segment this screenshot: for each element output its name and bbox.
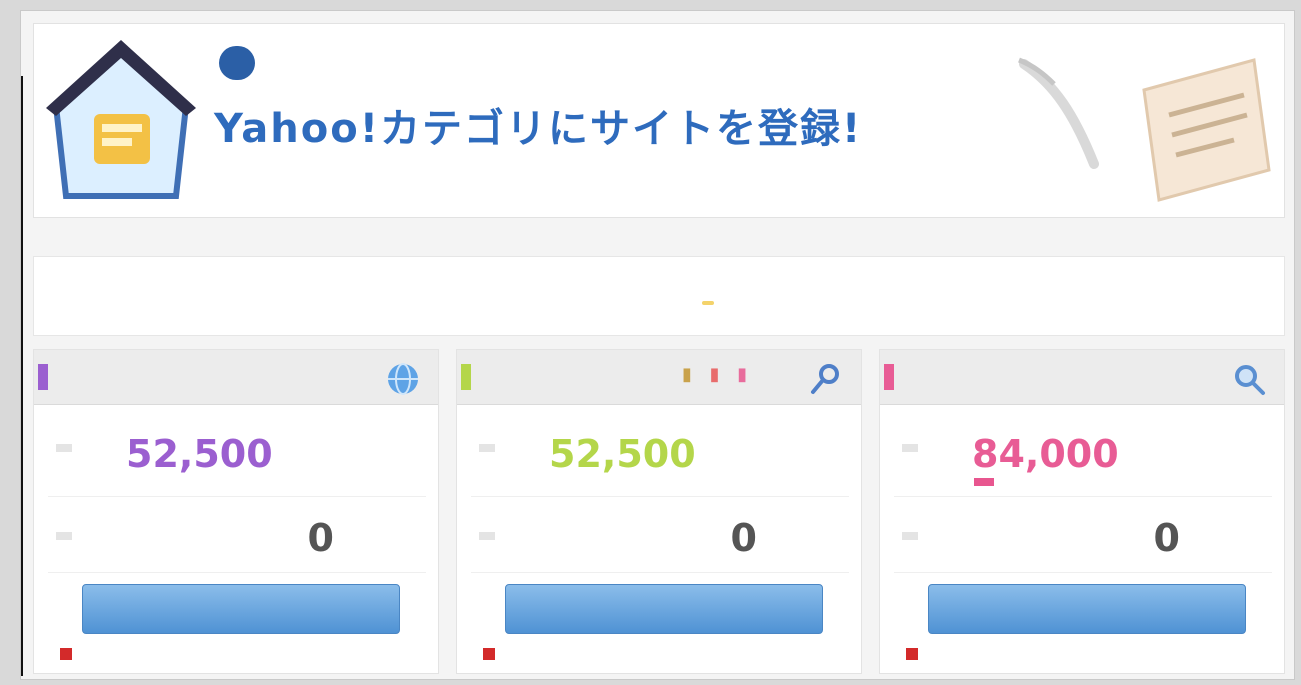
- plan-accent-bar: [38, 364, 48, 390]
- promo-banner[interactable]: Yahoo!カテゴリにサイトを登録!: [33, 23, 1285, 218]
- banner-pill: [219, 46, 255, 80]
- plan-card-2: ▮ ▮ ▮ 52,500 0: [456, 349, 862, 674]
- apply-button[interactable]: [505, 584, 823, 634]
- house-logo-icon: [46, 40, 196, 199]
- pen-illustration-icon: [1018, 57, 1099, 169]
- plan-header: [880, 350, 1284, 405]
- globe-icon: [388, 363, 418, 395]
- detail-link[interactable]: [906, 648, 926, 663]
- plan-header: ▮ ▮ ▮: [457, 350, 861, 405]
- document-illustration-icon: [1142, 58, 1271, 202]
- initial-label: [479, 532, 495, 540]
- search-icon: [811, 364, 839, 394]
- detail-link[interactable]: [60, 648, 80, 663]
- price-label: [56, 444, 72, 452]
- red-square-icon: [906, 648, 918, 660]
- initial-fee-row: 0: [471, 502, 849, 573]
- price-label: [479, 444, 495, 452]
- price-label: [902, 444, 918, 452]
- apply-button[interactable]: [82, 584, 400, 634]
- notice-badge: [702, 301, 714, 305]
- magnifier-icon: [1235, 365, 1265, 395]
- red-square-icon: [60, 648, 72, 660]
- page-frame: Yahoo!カテゴリにサイトを登録! 52,500 0 ▮ ▮ ▮ 52,500…: [20, 10, 1295, 680]
- initial-label: [56, 532, 72, 540]
- initial-fee-row: 0: [894, 502, 1272, 573]
- sale-badge: [974, 478, 994, 486]
- initial-value: 0: [730, 516, 757, 560]
- color-dots: ▮ ▮ ▮: [682, 364, 754, 385]
- notice-box: [33, 256, 1285, 336]
- plan-card-3: 84,000 0: [879, 349, 1285, 674]
- plan-header: [34, 350, 438, 405]
- banner-title: Yahoo!カテゴリにサイトを登録!: [214, 106, 863, 152]
- plan-card-1: 52,500 0: [33, 349, 439, 674]
- initial-value: 0: [1153, 516, 1180, 560]
- price-row: 52,500: [471, 414, 849, 497]
- price-value: 52,500: [549, 432, 696, 476]
- detail-link[interactable]: [483, 648, 503, 663]
- price-row: 84,000: [894, 414, 1272, 497]
- plan-accent-bar: [461, 364, 471, 390]
- initial-label: [902, 532, 918, 540]
- left-border-line: [21, 76, 23, 676]
- red-square-icon: [483, 648, 495, 660]
- plan-list: 52,500 0 ▮ ▮ ▮ 52,500 0 84,000 0: [33, 349, 1285, 674]
- initial-fee-row: 0: [48, 502, 426, 573]
- price-value: 52,500: [126, 432, 273, 476]
- initial-value: 0: [307, 516, 334, 560]
- apply-button[interactable]: [928, 584, 1246, 634]
- price-value: 84,000: [972, 432, 1119, 476]
- price-row: 52,500: [48, 414, 426, 497]
- plan-accent-bar: [884, 364, 894, 390]
